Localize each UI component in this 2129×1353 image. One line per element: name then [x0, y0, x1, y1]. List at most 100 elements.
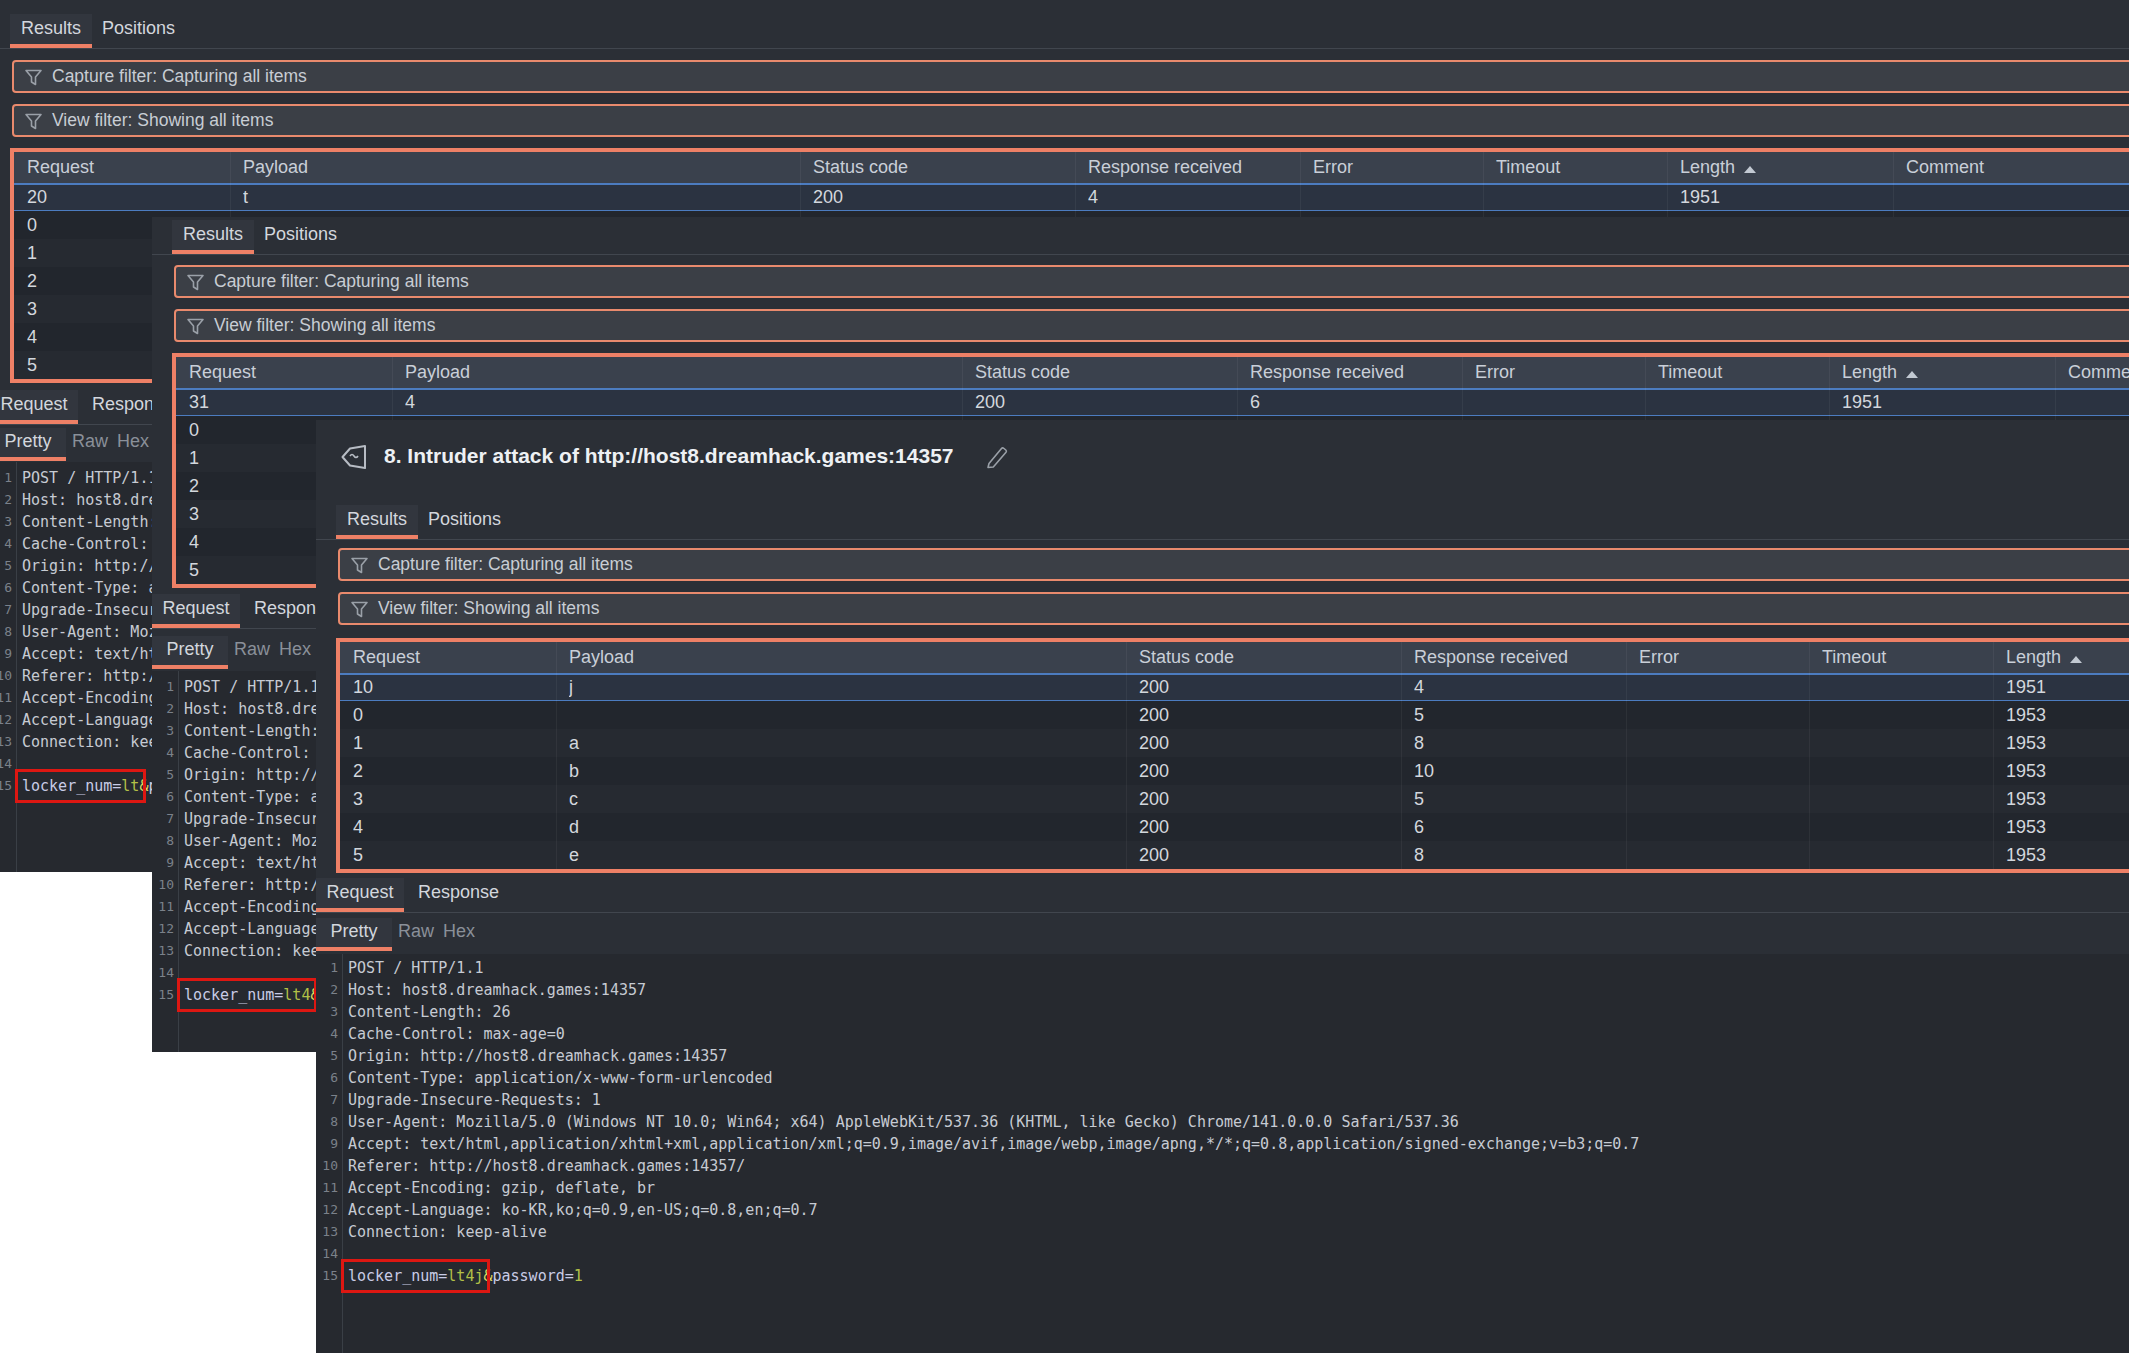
desktop: { "colors": { "page_bg": "#ffffff", "win… [0, 0, 2129, 1353]
column-header-payload[interactable]: Payload [243, 152, 800, 183]
column-header-response-received[interactable]: Response received [1088, 152, 1300, 183]
cell-length: 1953 [2006, 785, 2129, 813]
column-header-payload[interactable]: Payload [569, 642, 1126, 673]
capture-filter-bar[interactable]: Capture filter: Capturing all items [338, 548, 2129, 581]
line-number: 10 [304, 1155, 338, 1177]
column-header-response-received[interactable]: Response received [1250, 357, 1462, 388]
tab-results[interactable]: Results [172, 224, 254, 245]
table-row[interactable]: 31420061951 [176, 388, 2129, 416]
tab-positions[interactable]: Positions [264, 224, 337, 245]
tab-pretty[interactable]: Pretty [0, 431, 66, 452]
table-row[interactable]: 5e20081953 [340, 841, 2129, 869]
column-header-request[interactable]: Request [27, 152, 230, 183]
filter-label: View filter: Showing all items [214, 315, 435, 336]
table-row[interactable]: 4d20061953 [340, 813, 2129, 841]
request-line: POST / HTTP/1.1 [184, 676, 319, 698]
column-header-error[interactable]: Error [1475, 357, 1645, 388]
table-row[interactable]: 10j20041951 [340, 673, 2129, 701]
column-header-length[interactable]: Length [2006, 642, 2129, 673]
column-separator [1809, 642, 1810, 869]
cell-status_code: 200 [1139, 841, 1401, 869]
cell-response_received: 4 [1414, 673, 1626, 701]
filter-label: View filter: Showing all items [52, 110, 273, 131]
column-separator [1626, 642, 1627, 869]
capture-filter-bar[interactable]: Capture filter: Capturing all items [12, 60, 2129, 93]
line-number: 1 [0, 467, 12, 489]
table-header: Request Payload Status code Response receiv… [176, 357, 2129, 388]
column-header-length[interactable]: Length [1680, 152, 1893, 183]
cell-request: 20 [27, 183, 230, 211]
tab-pretty[interactable]: Pretty [152, 639, 228, 660]
line-number: 7 [0, 599, 12, 621]
cell-request: 1 [353, 729, 556, 757]
cell-status_code: 200 [1139, 673, 1401, 701]
column-header-status-code[interactable]: Status code [813, 152, 1075, 183]
tab-pretty-underline [316, 947, 392, 951]
editor-tabs-divider [316, 912, 2129, 913]
cell-status_code: 200 [1139, 785, 1401, 813]
capture-filter-bar[interactable]: Capture filter: Capturing all items [174, 265, 2129, 298]
column-header-status-code[interactable]: Status code [1139, 642, 1401, 673]
tab-pretty[interactable]: Pretty [316, 921, 392, 942]
tab-hex[interactable]: Hex [117, 431, 149, 452]
pencil-icon[interactable] [984, 445, 1010, 471]
line-number: 5 [304, 1045, 338, 1067]
line-number: 12 [304, 1199, 338, 1221]
tab-response[interactable]: Response [418, 882, 499, 903]
tab-hex[interactable]: Hex [443, 921, 475, 942]
cell-payload: 4 [405, 388, 962, 416]
cell-response_received: 8 [1414, 841, 1626, 869]
table-row[interactable]: 020051953 [340, 701, 2129, 729]
request-line: POST / HTTP/1.1 [348, 957, 483, 979]
cell-request: 2 [353, 757, 556, 785]
line-number: 15 [0, 775, 12, 797]
tab-raw[interactable]: Raw [234, 639, 270, 660]
view-filter-bar[interactable]: View filter: Showing all items [338, 592, 2129, 625]
tab-raw[interactable]: Raw [398, 921, 434, 942]
filter-label: Capture filter: Capturing all items [214, 271, 469, 292]
tab-request[interactable]: Request [316, 882, 404, 903]
cell-request: 10 [353, 673, 556, 701]
cell-response_received: 5 [1414, 785, 1626, 813]
tab-positions[interactable]: Positions [102, 18, 175, 39]
column-header-request[interactable]: Request [189, 357, 392, 388]
column-header-payload[interactable]: Payload [405, 357, 962, 388]
view-filter-bar[interactable]: View filter: Showing all items [174, 309, 2129, 342]
tab-results[interactable]: Results [10, 18, 92, 39]
column-header-error[interactable]: Error [1313, 152, 1483, 183]
line-number: 4 [0, 533, 12, 555]
tab-hex[interactable]: Hex [279, 639, 311, 660]
gutter-separator [342, 954, 343, 1353]
column-header-timeout[interactable]: Timeout [1822, 642, 1993, 673]
tag-icon [338, 441, 370, 473]
column-header-timeout[interactable]: Timeout [1658, 357, 1829, 388]
cell-status_code: 200 [1139, 729, 1401, 757]
table-row[interactable]: 2b200101953 [340, 757, 2129, 785]
column-header-comment[interactable]: Comment [1906, 152, 2129, 183]
table-row[interactable]: 3c20051953 [340, 785, 2129, 813]
cell-payload: j [569, 673, 1126, 701]
column-header-comment[interactable]: Comment [2068, 357, 2129, 388]
line-number: 14 [304, 1243, 338, 1265]
funnel-icon [186, 317, 205, 336]
column-header-status-code[interactable]: Status code [975, 357, 1237, 388]
tab-request[interactable]: Request [152, 598, 240, 619]
tab-raw[interactable]: Raw [72, 431, 108, 452]
cell-response_received: 8 [1414, 729, 1626, 757]
table-row[interactable]: 20t20041951 [14, 183, 2129, 211]
tab-results[interactable]: Results [336, 509, 418, 530]
request-line: Content-Type: application/x-www-form-url… [348, 1067, 772, 1089]
column-header-response-received[interactable]: Response received [1414, 642, 1626, 673]
line-number: 2 [304, 979, 338, 1001]
column-header-request[interactable]: Request [353, 642, 556, 673]
tab-positions[interactable]: Positions [428, 509, 501, 530]
line-number: 1 [140, 676, 174, 698]
table-row[interactable]: 1a20081953 [340, 729, 2129, 757]
results-table: Request Payload Status code Response receiv… [336, 638, 2129, 873]
column-header-timeout[interactable]: Timeout [1496, 152, 1667, 183]
line-number: 9 [0, 643, 12, 665]
column-header-error[interactable]: Error [1639, 642, 1809, 673]
view-filter-bar[interactable]: View filter: Showing all items [12, 104, 2129, 137]
tab-request[interactable]: Request [0, 394, 78, 415]
column-header-length[interactable]: Length [1842, 357, 2055, 388]
